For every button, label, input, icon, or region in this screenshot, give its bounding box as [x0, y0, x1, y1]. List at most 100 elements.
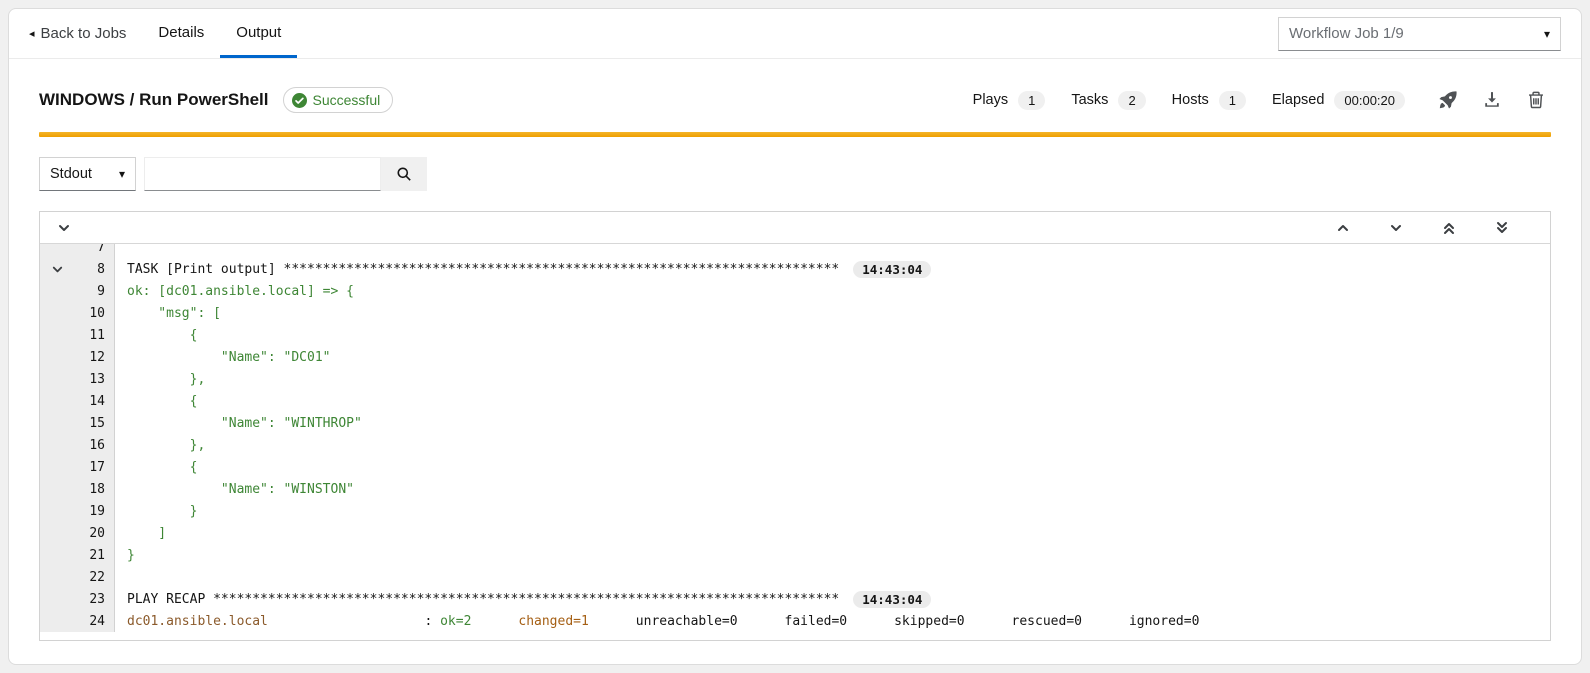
chevron-down-icon: ▾	[119, 167, 125, 181]
log-line: 18 "Name": "WINSTON"	[40, 478, 1550, 500]
tab-output[interactable]: Output	[220, 9, 297, 58]
status-badge[interactable]: Successful	[283, 87, 394, 113]
log-line-text: {	[115, 460, 197, 475]
log-line-text: "Name": "WINTHROP"	[115, 416, 362, 431]
chevron-down-icon: ▾	[1544, 27, 1550, 41]
scroll-previous-chevron-up-icon[interactable]	[1333, 218, 1353, 238]
log-line-text: },	[115, 438, 205, 453]
workflow-job-select-value: Workflow Job 1/9	[1289, 25, 1544, 42]
log-line-text: ok: [dc01.ansible.local] => {	[115, 284, 354, 299]
log-scroll-area[interactable]: 78TASK [Print output] ******************…	[40, 244, 1550, 640]
log-line: 8TASK [Print output] *******************…	[40, 258, 1550, 280]
log-line-number: 24	[40, 610, 115, 632]
log-line: 11 {	[40, 324, 1550, 346]
log-line: 9ok: [dc01.ansible.local] => {	[40, 280, 1550, 302]
log-line-number: 9	[40, 280, 115, 302]
job-output-page: ◂ Back to Jobs Details Output Workflow J…	[8, 8, 1582, 665]
job-status-progress-bar	[39, 132, 1551, 137]
log-line-text: }	[115, 504, 197, 519]
stat-hosts-count: 1	[1219, 91, 1246, 110]
log-line-text: "Name": "DC01"	[115, 350, 331, 365]
log-line: 16 },	[40, 434, 1550, 456]
log-line-text: "Name": "WINSTON"	[115, 482, 354, 497]
stat-elapsed-value: 00:00:20	[1334, 91, 1405, 110]
tab-details[interactable]: Details	[142, 9, 220, 58]
stat-plays: Plays 1	[973, 91, 1046, 110]
scroll-next-chevron-down-icon[interactable]	[1386, 218, 1406, 238]
event-expand-chevron-icon[interactable]	[49, 261, 65, 277]
log-line-number: 11	[40, 324, 115, 346]
log-line-number: 7	[40, 244, 115, 258]
stat-plays-count: 1	[1018, 91, 1045, 110]
log-line: 14 {	[40, 390, 1550, 412]
log-line-number: 16	[40, 434, 115, 456]
log-line-text: TASK [Print output] ********************…	[115, 261, 931, 278]
log-line-text: "msg": [	[115, 306, 221, 321]
scroll-to-top-double-chevron-icon[interactable]	[1439, 218, 1459, 238]
output-panel-toolbar	[40, 212, 1550, 244]
log-line-number: 10	[40, 302, 115, 324]
job-actions	[1433, 85, 1551, 115]
log-line: 20 ]	[40, 522, 1550, 544]
stat-tasks-label: Tasks	[1071, 92, 1108, 108]
back-to-jobs-label: Back to Jobs	[41, 25, 127, 42]
status-badge-label: Successful	[313, 92, 381, 108]
log-line: 22	[40, 566, 1550, 588]
log-line-number: 20	[40, 522, 115, 544]
back-to-jobs-link[interactable]: ◂ Back to Jobs	[29, 9, 126, 58]
log-line: 23PLAY RECAP ***************************…	[40, 588, 1550, 610]
job-stats: Plays 1 Tasks 2 Hosts 1 Elapsed 00:00:20	[973, 91, 1405, 110]
log-line-number: 17	[40, 456, 115, 478]
stat-elapsed-label: Elapsed	[1272, 92, 1324, 108]
log-line: 17 {	[40, 456, 1550, 478]
log-line-number: 14	[40, 390, 115, 412]
log-line-text: },	[115, 372, 205, 387]
page-title: WINDOWS / Run PowerShell	[39, 90, 269, 110]
log-line-text: dc01.ansible.local : ok=2 changed=1 unre…	[115, 614, 1199, 629]
stat-plays-label: Plays	[973, 92, 1008, 108]
log-line-number: 8	[40, 258, 115, 280]
log-line-number: 12	[40, 346, 115, 368]
log-line-number: 19	[40, 500, 115, 522]
search-group	[144, 157, 427, 191]
log-line-text: PLAY RECAP *****************************…	[115, 591, 931, 608]
output-toolbar: Stdout ▾	[39, 157, 1551, 191]
log-line-text: }	[115, 548, 135, 563]
stdout-source-select[interactable]: Stdout ▾	[39, 157, 136, 191]
download-icon[interactable]	[1477, 85, 1507, 115]
log-line: 24dc01.ansible.local : ok=2 changed=1 un…	[40, 610, 1550, 632]
search-button[interactable]	[381, 157, 427, 191]
relaunch-rocket-icon[interactable]	[1433, 85, 1463, 115]
collapse-all-chevron-icon[interactable]	[52, 216, 76, 240]
log-line: 21}	[40, 544, 1550, 566]
timestamp-badge: 14:43:04	[853, 261, 931, 278]
workflow-job-select[interactable]: Workflow Job 1/9 ▾	[1278, 17, 1561, 51]
stat-hosts: Hosts 1	[1172, 91, 1246, 110]
stat-elapsed: Elapsed 00:00:20	[1272, 91, 1405, 110]
output-panel: 78TASK [Print output] ******************…	[39, 211, 1551, 641]
log-line: 7	[40, 244, 1550, 258]
log-line-number: 18	[40, 478, 115, 500]
log-line-text: ]	[115, 526, 166, 541]
log-lines: 78TASK [Print output] ******************…	[40, 244, 1550, 632]
stdout-source-value: Stdout	[50, 166, 119, 182]
scroll-to-bottom-double-chevron-icon[interactable]	[1492, 218, 1512, 238]
top-nav: ◂ Back to Jobs Details Output Workflow J…	[9, 9, 1581, 59]
log-line-text: {	[115, 328, 197, 343]
nav-spacer	[297, 9, 1278, 58]
log-line-number: 21	[40, 544, 115, 566]
log-line-text: {	[115, 394, 197, 409]
delete-trash-icon[interactable]	[1521, 85, 1551, 115]
search-icon	[396, 166, 412, 182]
log-line: 12 "Name": "DC01"	[40, 346, 1550, 368]
tab-details-label: Details	[158, 24, 204, 41]
tab-output-label: Output	[236, 24, 281, 41]
output-scroll-controls	[1333, 218, 1512, 238]
log-line: 15 "Name": "WINTHROP"	[40, 412, 1550, 434]
check-circle-icon	[292, 93, 307, 108]
timestamp-badge: 14:43:04	[853, 591, 931, 608]
log-line-number: 23	[40, 588, 115, 610]
stat-tasks-count: 2	[1118, 91, 1145, 110]
search-input[interactable]	[144, 157, 381, 191]
log-line: 19 }	[40, 500, 1550, 522]
